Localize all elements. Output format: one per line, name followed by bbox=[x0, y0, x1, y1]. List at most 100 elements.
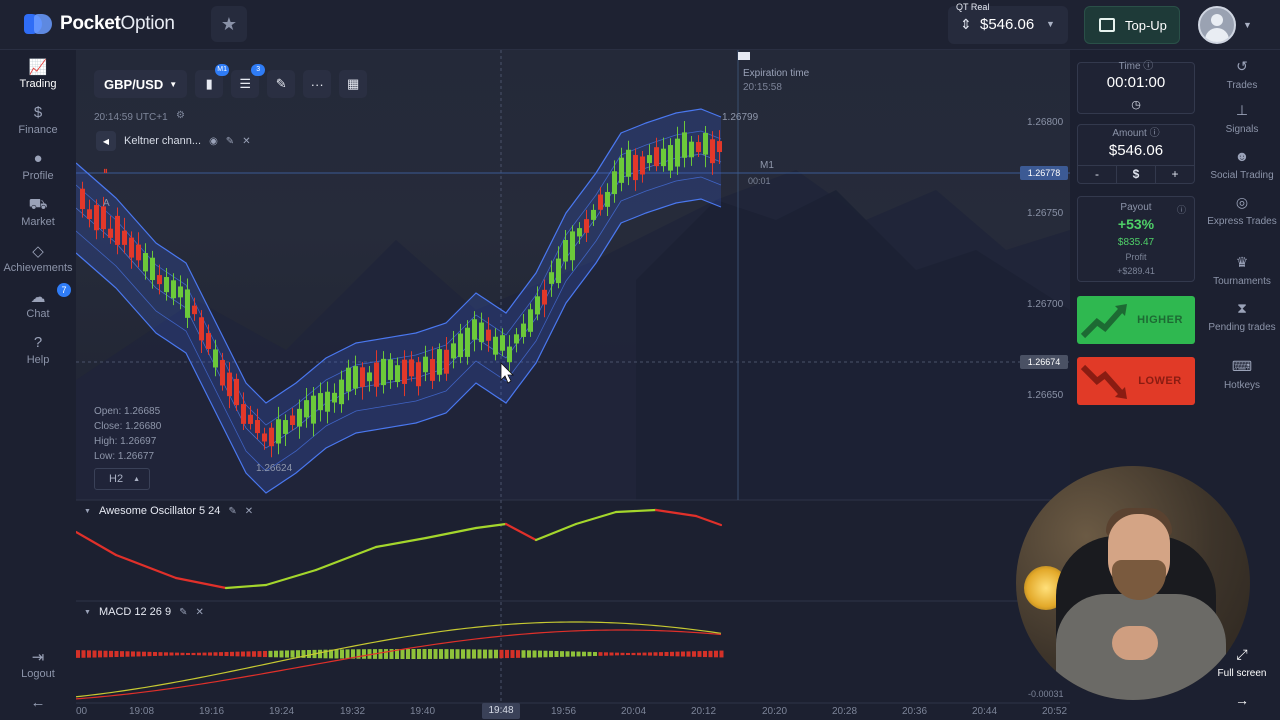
macd-bar bbox=[246, 651, 251, 657]
candle bbox=[710, 139, 715, 164]
collapse-legend-button[interactable]: ◀ bbox=[96, 131, 116, 151]
amount-stepper: - $ + bbox=[1078, 165, 1194, 183]
avatar[interactable] bbox=[1198, 6, 1236, 44]
amount-decrease-button[interactable]: - bbox=[1078, 166, 1116, 183]
nav-label: Express Trades bbox=[1207, 216, 1277, 227]
candle bbox=[304, 400, 309, 418]
nav-trades[interactable]: ↺ Trades bbox=[1204, 59, 1280, 92]
x-axis-label: 19:16 bbox=[199, 706, 225, 717]
favorites-button[interactable]: ★ bbox=[211, 6, 247, 42]
nav-tournaments[interactable]: ♛ Tournaments bbox=[1204, 255, 1280, 288]
macd-bar bbox=[681, 651, 685, 657]
time-value: 00:01:00 bbox=[1106, 74, 1166, 91]
higher-button[interactable]: HIGHER bbox=[1077, 296, 1195, 344]
macd-bar bbox=[444, 649, 449, 659]
trading-chart[interactable] bbox=[76, 50, 1070, 720]
topup-button[interactable]: Top-Up bbox=[1084, 6, 1180, 44]
drawing-tools-button[interactable]: ✎ bbox=[267, 70, 296, 98]
pencil-icon[interactable]: ✎ bbox=[226, 136, 234, 147]
cart-icon: ⛟ bbox=[28, 196, 48, 213]
pencil-icon[interactable]: ✎ bbox=[179, 607, 187, 618]
x-axis-label: 20:28 bbox=[832, 706, 858, 717]
macd-bar bbox=[279, 650, 284, 658]
expand-arrow-icon[interactable]: → bbox=[1204, 693, 1280, 714]
nav-pending-trades[interactable]: ⧗ Pending trades bbox=[1204, 301, 1280, 334]
macd-bar bbox=[604, 652, 608, 656]
candle bbox=[101, 206, 106, 230]
chevron-down-icon[interactable]: ▼ bbox=[84, 609, 91, 616]
macd-bar bbox=[642, 652, 647, 656]
switch-arrows-icon: ⇕ bbox=[960, 16, 972, 32]
macd-bar bbox=[136, 651, 141, 657]
chart-type-button[interactable]: ▮ M1 bbox=[195, 64, 230, 98]
eye-icon[interactable]: ◉ bbox=[209, 136, 218, 147]
nav-signals[interactable]: ⊥ Signals bbox=[1204, 103, 1280, 136]
macd-bar bbox=[131, 651, 135, 657]
collapse-arrow-icon[interactable]: ← bbox=[0, 694, 76, 714]
macd-bar bbox=[686, 651, 691, 657]
close-icon[interactable]: ✕ bbox=[195, 607, 203, 618]
timeframe-selector[interactable]: H2 ▲ bbox=[94, 468, 150, 490]
candle bbox=[416, 362, 421, 387]
indicators-button[interactable]: ☰ 3 bbox=[231, 64, 266, 98]
nav-express-trades[interactable]: ◎ Express Trades bbox=[1204, 195, 1280, 228]
candle bbox=[339, 379, 344, 405]
ohlc-low: Low: 1.26677 bbox=[94, 451, 155, 462]
sidebar-item-finance[interactable]: $ Finance bbox=[0, 104, 76, 136]
asset-selector[interactable]: GBP/USD ▼ bbox=[94, 70, 188, 98]
sidebar-item-help[interactable]: ? Help bbox=[0, 334, 76, 366]
macd-bar bbox=[433, 649, 438, 659]
sidebar-item-achievements[interactable]: ◇ Achievements bbox=[0, 242, 76, 274]
macd-bar bbox=[598, 652, 603, 656]
chevron-down-icon[interactable]: ▼ bbox=[1243, 20, 1252, 30]
chevron-down-icon[interactable]: ▼ bbox=[1046, 19, 1055, 29]
help-icon[interactable]: ⓘ bbox=[1177, 203, 1186, 216]
brand-logo[interactable]: PocketOption bbox=[24, 12, 175, 36]
nav-social-trading[interactable]: ☻ Social Trading bbox=[1204, 148, 1280, 182]
ao-segment bbox=[264, 568, 318, 587]
nav-full-screen[interactable]: ⤢ Full screen bbox=[1204, 647, 1280, 680]
candle bbox=[311, 395, 316, 424]
candle bbox=[500, 335, 505, 351]
candle bbox=[115, 215, 120, 245]
chevron-down-icon[interactable]: ▼ bbox=[84, 508, 91, 515]
nav-label: Signals bbox=[1225, 124, 1259, 135]
macd-bar bbox=[362, 649, 366, 659]
macd-bar bbox=[637, 652, 641, 656]
alert-icon[interactable]: A bbox=[103, 198, 110, 209]
layout-button[interactable]: ▦ bbox=[339, 70, 368, 98]
ao-segment bbox=[534, 522, 578, 542]
x-axis-label: 19:24 bbox=[269, 706, 295, 717]
close-icon[interactable]: ✕ bbox=[245, 506, 253, 517]
macd-bar bbox=[87, 650, 91, 658]
awesome-oscillator-line bbox=[76, 508, 723, 590]
candle bbox=[157, 275, 162, 285]
nav-label: Tournaments bbox=[1213, 276, 1271, 287]
sidebar-item-trading[interactable]: 📈 Trading bbox=[0, 58, 76, 90]
more-button[interactable]: ··· bbox=[303, 70, 332, 98]
higher-label: HIGHER bbox=[1137, 314, 1183, 326]
nav-label: Pending trades bbox=[1208, 322, 1276, 333]
ao-legend: ▼ Awesome Oscillator 5 24 ✎ ✕ bbox=[84, 505, 253, 517]
sidebar-item-market[interactable]: ⛟ Market bbox=[0, 196, 76, 228]
profit-value: +$289.41 bbox=[1117, 266, 1155, 276]
pause-icon[interactable]: ⏸ bbox=[103, 166, 108, 177]
gear-icon[interactable]: ⚙ bbox=[176, 110, 185, 121]
lower-button[interactable]: LOWER bbox=[1077, 357, 1195, 405]
candle bbox=[213, 349, 218, 368]
sidebar-item-profile[interactable]: ● Profile bbox=[0, 150, 76, 182]
nav-hotkeys[interactable]: ⌨ Hotkeys bbox=[1204, 359, 1280, 392]
candle bbox=[332, 392, 337, 403]
macd-bar bbox=[274, 650, 278, 658]
amount-increase-button[interactable]: + bbox=[1156, 166, 1194, 183]
pencil-icon[interactable]: ✎ bbox=[228, 506, 236, 517]
candle bbox=[535, 296, 540, 315]
currency-toggle[interactable]: $ bbox=[1116, 166, 1156, 183]
asset-pair: GBP/USD bbox=[104, 76, 164, 92]
sidebar-item-logout[interactable]: ⇥ Logout bbox=[0, 648, 76, 680]
people-icon: ☻ bbox=[1234, 148, 1250, 164]
clock-icon[interactable]: ◷ bbox=[1077, 98, 1195, 111]
macd-bar bbox=[653, 652, 658, 656]
close-icon[interactable]: ✕ bbox=[242, 136, 250, 147]
candle bbox=[654, 147, 659, 167]
